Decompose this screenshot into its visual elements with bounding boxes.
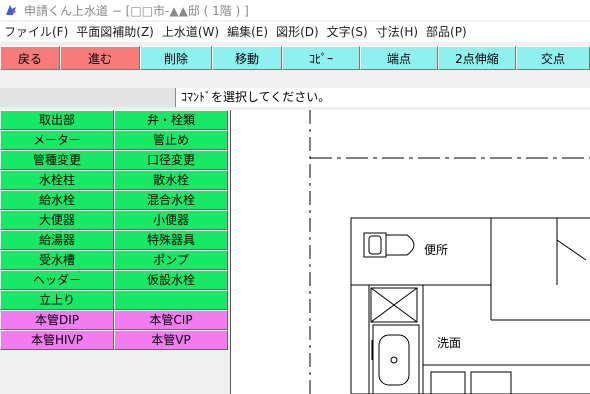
toolbar-button[interactable]: 交点 [516,46,590,70]
palette-button[interactable]: 小便器 [114,210,228,230]
palette-button[interactable]: 弁・栓類 [114,110,228,130]
palette-row: メーター 管止め [0,130,228,150]
palette-button[interactable]: 口径変更 [114,150,228,170]
palette-row: ヘッダー 仮設水栓 [0,270,228,290]
menu-item[interactable]: 編集(E) [223,22,272,42]
command-prompt: ｺﾏﾝﾄﾞを選択してください。 [181,90,331,104]
toilet-tank-inner [368,235,382,255]
palette-row: 給湯器 特殊器具 [0,230,228,250]
command-bar: ｺﾏﾝﾄﾞを選択してください。 [0,88,590,107]
palette-button[interactable]: ヘッダー [0,270,114,290]
menu-item[interactable]: 上水道(W) [158,22,223,42]
menu-item[interactable]: 図形(D) [272,22,323,42]
palette-button[interactable]: 大便器 [0,210,114,230]
palette-button[interactable]: 本管DIP [0,310,114,330]
command-bar-spacer [0,88,176,107]
palette-row: 取出部 弁・栓類 [0,110,228,130]
fixture-box [430,371,466,394]
palette-row: 水栓柱 散水栓 [0,170,228,190]
toilet-bowl [385,234,415,256]
washroom-label: 洗面 [437,336,462,350]
palette-button[interactable]: 混合水栓 [114,190,228,210]
palette-button[interactable]: 管種変更 [0,150,114,170]
menu-item[interactable]: 文字(S) [323,22,372,42]
fixture-palette: 取出部 弁・栓類 メーター 管止め 管種変更 口径変更 水栓柱 散水栓 給水栓 混合水栓 大便器 小便… [0,110,228,350]
floor-plan [309,110,590,394]
menu-bar: ファイル(F) 平面図補助(Z) 上水道(W) 編集(E) 図形(D) 文字(S) 寸法(H… [0,22,590,42]
palette-button[interactable]: 管止め [114,130,228,150]
palette-button[interactable]: 取出部 [0,110,114,130]
window-title: 申請くん上水道 − [□□市-▲▲邸 ( 1階 ) ] [24,3,249,18]
palette-row: 立上り [0,290,228,310]
palette-row: 受水槽 ポンプ [0,250,228,270]
toolbar-button[interactable]: 戻る [0,46,60,70]
palette-button[interactable]: 特殊器具 [114,230,228,250]
door-swing [556,239,587,261]
palette-row: 管種変更 口径変更 [0,150,228,170]
basin [378,334,410,386]
palette-button[interactable]: 本管HIVP [0,330,114,350]
palette-button[interactable]: ポンプ [114,250,228,270]
toolbar-button[interactable]: 端点 [360,46,438,70]
palette-button[interactable]: 本管CIP [114,310,228,330]
house-outline [350,217,590,394]
basin-drain [390,356,398,364]
palette-row: 大便器 小便器 [0,210,228,230]
menu-item[interactable]: ファイル(F) [0,22,72,42]
toolbar-button[interactable]: ｺﾋﾟｰ [282,46,360,70]
toilet-tank [363,232,387,258]
toolbar-button[interactable]: 2点伸縮 [438,46,516,70]
fixture-box [470,371,512,394]
palette-button[interactable]: メーター [0,130,114,150]
menu-item[interactable]: 部品(P) [422,22,471,42]
menu-item[interactable]: 平面図補助(Z) [72,22,158,42]
toolbar-button[interactable]: 進む [60,46,140,70]
palette-button[interactable]: 本管VP [114,330,228,350]
palette-row: 給水栓 混合水栓 [0,190,228,210]
app-icon [6,5,16,15]
palette-button[interactable]: 散水栓 [114,170,228,190]
menu-item[interactable]: 寸法(H) [372,22,422,42]
palette-button[interactable]: 立上り [0,290,114,310]
toolbar: 戻る 進む 削除 移動 ｺﾋﾟｰ 端点 2点伸縮 交点 [0,46,590,72]
palette-button[interactable]: 水栓柱 [0,170,114,190]
palette-button[interactable]: 給湯器 [0,230,114,250]
toilet-label: 便所 [424,243,449,257]
palette-row: 本管DIP 本管CIP [0,310,228,330]
toolbar-button[interactable]: 削除 [140,46,212,70]
palette-button[interactable] [114,290,228,310]
toolbar-button[interactable]: 移動 [212,46,282,70]
palette-button[interactable]: 給水栓 [0,190,114,210]
title-bar: 申請くん上水道 − [□□市-▲▲邸 ( 1階 ) ] [0,0,590,20]
palette-button[interactable]: 受水槽 [0,250,114,270]
palette-row: 本管HIVP 本管VP [0,330,228,350]
palette-button[interactable]: 仮設水栓 [114,270,228,290]
drawing-canvas[interactable]: 便所 洗面 [230,110,590,394]
